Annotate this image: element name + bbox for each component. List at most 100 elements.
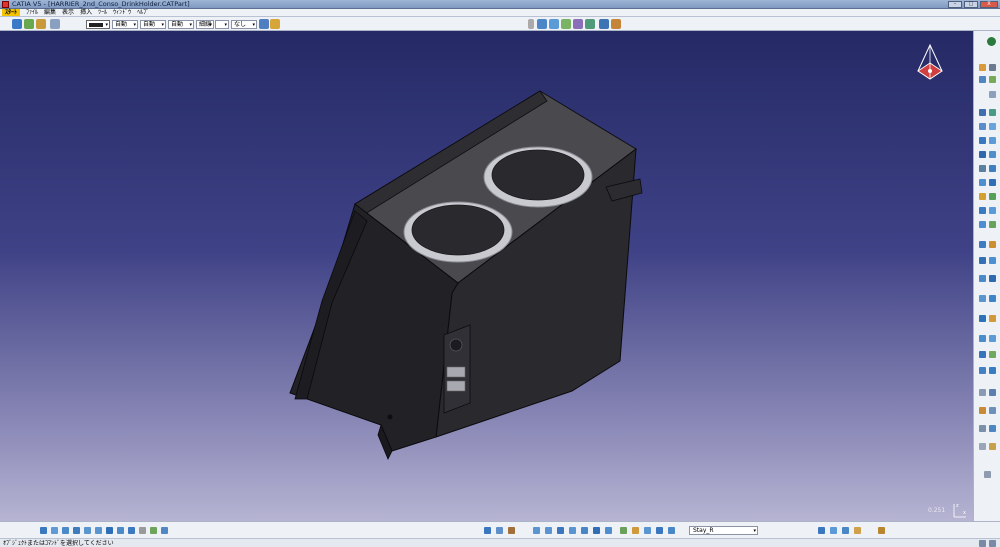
transparency-combo[interactable]: 自動 ▾	[112, 20, 138, 29]
groove-tool-icon[interactable]	[989, 123, 996, 130]
quick-view-icon[interactable]	[117, 527, 124, 534]
workbench-icon[interactable]	[987, 37, 996, 46]
ground-icon[interactable]	[656, 527, 663, 534]
constraint-tool-icon[interactable]	[979, 443, 986, 450]
2d-grid-icon[interactable]	[533, 527, 540, 534]
scaling-tool-icon[interactable]	[979, 275, 986, 282]
line-type-combo[interactable]: 自動 ▾	[168, 20, 194, 29]
thick-surface-tool-icon[interactable]	[989, 295, 996, 302]
pocket-tool-icon[interactable]	[989, 109, 996, 116]
drink-holder-model[interactable]	[0, 31, 973, 521]
properties-icon[interactable]	[270, 19, 280, 29]
union-trim-tool-icon[interactable]	[979, 367, 986, 374]
apply-material-icon[interactable]	[989, 389, 996, 396]
rotate-icon[interactable]	[573, 19, 583, 29]
slot-tool-icon[interactable]	[979, 151, 986, 158]
minimize-button[interactable]: –	[948, 1, 962, 8]
pan-view-icon[interactable]	[62, 527, 69, 534]
swap-visible-space-icon[interactable]	[150, 527, 157, 534]
3d-compass-icon[interactable]	[908, 43, 952, 87]
pattern-tool-icon[interactable]	[989, 257, 996, 264]
geometric-constraint-icon[interactable]	[569, 527, 576, 534]
reorder-icon[interactable]	[508, 527, 515, 534]
formula-bottom-icon[interactable]	[842, 527, 849, 534]
normal-view-icon[interactable]	[599, 19, 609, 29]
hole-tool-icon[interactable]	[979, 137, 986, 144]
add-tool-icon[interactable]	[989, 335, 996, 342]
menu-help[interactable]: ﾍﾙﾌﾟ	[134, 9, 152, 17]
curvature-analysis-icon[interactable]	[979, 425, 986, 432]
rib-tool-icon[interactable]	[989, 137, 996, 144]
menu-start[interactable]: ｽﾀｰﾄ	[2, 9, 21, 16]
annotation-tool-icon[interactable]	[989, 425, 996, 432]
mirror-tool-icon[interactable]	[979, 257, 986, 264]
translate-tool-icon[interactable]	[979, 241, 986, 248]
pan-icon[interactable]	[561, 19, 571, 29]
chamfer-tool-icon[interactable]	[989, 179, 996, 186]
remove-loft-tool-icon[interactable]	[989, 165, 996, 172]
measure-tool-icon[interactable]	[979, 389, 986, 396]
thickness-tool-icon[interactable]	[979, 207, 986, 214]
3d-viewport[interactable]: 0.251 z x	[0, 31, 973, 521]
layer-combo-small[interactable]: ▾	[215, 20, 229, 29]
zoom-out-icon[interactable]	[95, 527, 102, 534]
point-style-combo[interactable]: 細線 ▾	[196, 20, 214, 29]
rotate-tool-icon[interactable]	[989, 241, 996, 248]
plane-tool-icon[interactable]	[989, 91, 996, 98]
remove-lump-tool-icon[interactable]	[989, 367, 996, 374]
layer-select[interactable]: Stay_R ▾	[689, 526, 758, 535]
apply-material-bottom-icon[interactable]	[878, 527, 885, 534]
menu-edit[interactable]: 編集	[41, 9, 59, 17]
fill-icon[interactable]	[50, 19, 60, 29]
visualization-icon[interactable]	[620, 527, 627, 534]
tree-expand-icon[interactable]	[484, 527, 491, 534]
magnifier-icon[interactable]	[668, 527, 675, 534]
remove-face-tool-icon[interactable]	[979, 221, 986, 228]
fillet-tool-icon[interactable]	[979, 179, 986, 186]
draft-analysis-icon[interactable]	[989, 407, 996, 414]
point-tool-icon[interactable]	[979, 76, 986, 83]
construction-element-icon[interactable]	[557, 527, 564, 534]
sew-surface-tool-icon[interactable]	[989, 315, 996, 322]
maximize-button[interactable]: □	[964, 1, 978, 8]
split-tool-icon[interactable]	[979, 295, 986, 302]
rendering-style-combo[interactable]: なし ▾	[231, 20, 257, 29]
assemble-tool-icon[interactable]	[979, 335, 986, 342]
format-painter-icon[interactable]	[259, 19, 269, 29]
draft-tool-icon[interactable]	[979, 193, 986, 200]
menu-tools[interactable]: ﾂｰﾙ	[95, 9, 110, 17]
lighting-icon[interactable]	[632, 527, 639, 534]
color-picker[interactable]: ▾	[86, 20, 110, 29]
close-button[interactable]: X	[980, 1, 998, 8]
design-table-icon[interactable]	[854, 527, 861, 534]
sketch-tool-icon[interactable]	[979, 64, 986, 71]
formula-tool-icon[interactable]	[989, 443, 996, 450]
catia-app-icon[interactable]	[2, 1, 9, 8]
shading-icon[interactable]	[128, 527, 135, 534]
tree-collapse-icon[interactable]	[496, 527, 503, 534]
menu-window[interactable]: ｳｨﾝﾄﾞｳ	[110, 9, 134, 17]
select-icon[interactable]	[12, 19, 22, 29]
depth-effect-icon[interactable]	[644, 527, 651, 534]
thread-tool-icon[interactable]	[989, 207, 996, 214]
pad-tool-icon[interactable]	[979, 109, 986, 116]
pointer-icon[interactable]	[24, 19, 34, 29]
snap-icon[interactable]	[545, 527, 552, 534]
fit-all-icon[interactable]	[549, 19, 559, 29]
analysis-tool-icon[interactable]	[979, 407, 986, 414]
shaft-tool-icon[interactable]	[979, 123, 986, 130]
command-input-icon[interactable]	[989, 540, 996, 547]
menu-insert[interactable]: 挿入	[77, 9, 95, 17]
stiffener-tool-icon[interactable]	[989, 151, 996, 158]
menu-view[interactable]: 表示	[59, 9, 77, 17]
power-input-icon[interactable]	[979, 540, 986, 547]
axis-tool-icon[interactable]	[989, 64, 996, 71]
fly-mode-icon[interactable]	[40, 527, 47, 534]
intersect-tool-icon[interactable]	[989, 351, 996, 358]
replace-face-tool-icon[interactable]	[989, 221, 996, 228]
fit-all-in-icon[interactable]	[51, 527, 58, 534]
remove-tool-icon[interactable]	[979, 351, 986, 358]
view-mode-icon[interactable]	[161, 527, 168, 534]
menu-file[interactable]: ﾌｧｲﾙ	[23, 9, 41, 17]
zoom-in-icon[interactable]	[84, 527, 91, 534]
